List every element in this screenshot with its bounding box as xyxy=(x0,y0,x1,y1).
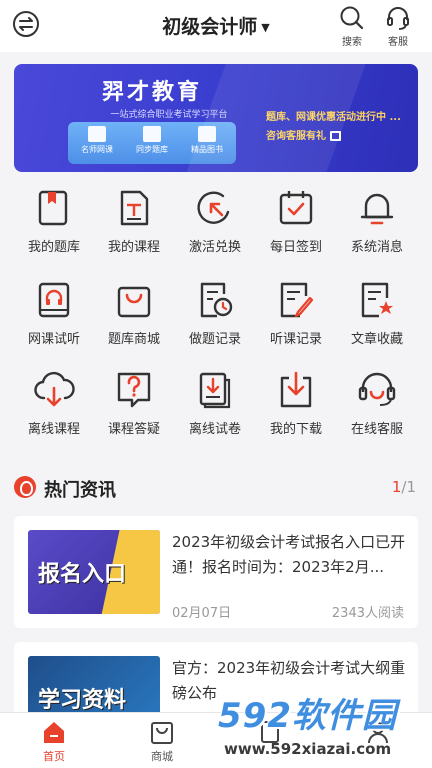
shop-bag-icon xyxy=(151,722,173,744)
grid-item-favorites[interactable]: 文章收藏 xyxy=(337,280,417,347)
download-icon xyxy=(280,371,312,408)
banner-promo-text: 题库、网课优惠活动进行中 ... xyxy=(266,112,401,123)
video-icon xyxy=(88,126,106,142)
chevron-down-icon: ▼ xyxy=(261,21,270,34)
site-watermark: 592软件园 www.592xiazai.com xyxy=(218,696,397,758)
news-pager: 1/1 xyxy=(391,478,416,496)
search-label: 搜索 xyxy=(342,37,362,48)
grid-item-question-bank[interactable]: 我的题库 xyxy=(14,188,94,255)
page-title: 初级会计师 xyxy=(162,16,258,38)
grid-item-my-downloads[interactable]: 我的下载 xyxy=(256,370,336,437)
grid-item-offline-papers[interactable]: 离线试卷 xyxy=(175,370,255,437)
question-bank-icon xyxy=(38,190,68,226)
grid-item-activate[interactable]: 激活兑换 xyxy=(175,188,255,255)
audition-icon xyxy=(38,282,70,318)
service-label: 客服 xyxy=(388,37,408,48)
grid-item-offline-courses[interactable]: 离线课程 xyxy=(14,370,94,437)
grid-item-practice-record[interactable]: 做题记录 xyxy=(175,280,255,347)
grid-item-online-service[interactable]: 在线客服 xyxy=(337,370,417,437)
banner-feature-bar: 名师网课 同步题库 精品图书 xyxy=(68,122,236,164)
course-icon xyxy=(120,190,149,226)
book-icon xyxy=(198,126,216,142)
banner-brand: 羿才教育 xyxy=(102,80,203,105)
notebook-icon xyxy=(143,126,161,142)
grid-item-listen-record[interactable]: 听课记录 xyxy=(256,280,336,347)
grid-item-messages[interactable]: 系统消息 xyxy=(337,188,417,255)
tab-home[interactable]: 首页 xyxy=(24,719,84,764)
headset-icon xyxy=(358,372,396,406)
fire-icon xyxy=(14,476,36,498)
search-button[interactable]: 搜索 xyxy=(332,5,372,48)
grid-item-checkin[interactable]: 每日签到 xyxy=(256,188,336,255)
grid-item-courses[interactable]: 我的课程 xyxy=(94,188,174,255)
banner-slogan: 一站式综合职业考试学习平台 xyxy=(110,110,228,120)
service-button[interactable]: 客服 xyxy=(378,5,418,48)
headset-icon xyxy=(387,7,409,30)
qa-icon xyxy=(117,372,151,408)
search-icon xyxy=(340,6,364,30)
grid-item-shop[interactable]: 题库商城 xyxy=(94,280,174,347)
news-date: 02月07日 xyxy=(172,606,232,621)
hot-news-header: 热门资讯 1/1 xyxy=(14,472,418,502)
grid-item-course-qa[interactable]: 课程答疑 xyxy=(94,370,174,437)
app-header: 初级会计师 ▼ 搜索 客服 xyxy=(0,0,432,52)
favorite-article-icon xyxy=(361,282,393,318)
banner-item-books: 精品图书 xyxy=(180,126,234,155)
grid-item-audition[interactable]: 网课试听 xyxy=(14,280,94,347)
news-thumbnail: 报名入口 xyxy=(28,530,160,614)
gift-icon xyxy=(330,131,341,141)
shop-bag-icon xyxy=(117,286,151,318)
banner-promo-contact: 咨询客服有礼 xyxy=(266,127,341,142)
home-icon xyxy=(44,722,64,743)
activate-icon xyxy=(197,191,230,224)
cloud-download-icon xyxy=(34,371,75,407)
checkin-icon xyxy=(279,191,313,225)
news-reads: 2343人阅读 xyxy=(331,606,404,621)
banner-item-questions: 同步题库 xyxy=(125,126,179,155)
bell-icon xyxy=(360,193,394,225)
news-card[interactable]: 报名入口 2023年初级会计考试报名入口已开通！报名时间为：2023年2月...… xyxy=(14,516,418,628)
listen-record-icon xyxy=(280,282,314,318)
news-title: 2023年初级会计考试报名入口已开通！报名时间为：2023年2月... xyxy=(172,533,406,576)
hot-news-title: 热门资讯 xyxy=(44,480,116,501)
offline-paper-icon xyxy=(199,372,231,409)
tab-shop[interactable]: 商城 xyxy=(132,719,192,764)
practice-record-icon xyxy=(200,282,233,318)
promo-banner[interactable]: 羿才教育 一站式综合职业考试学习平台 名师网课 同步题库 精品图书 题库、网课优… xyxy=(14,64,418,172)
banner-item-video: 名师网课 xyxy=(70,126,124,155)
